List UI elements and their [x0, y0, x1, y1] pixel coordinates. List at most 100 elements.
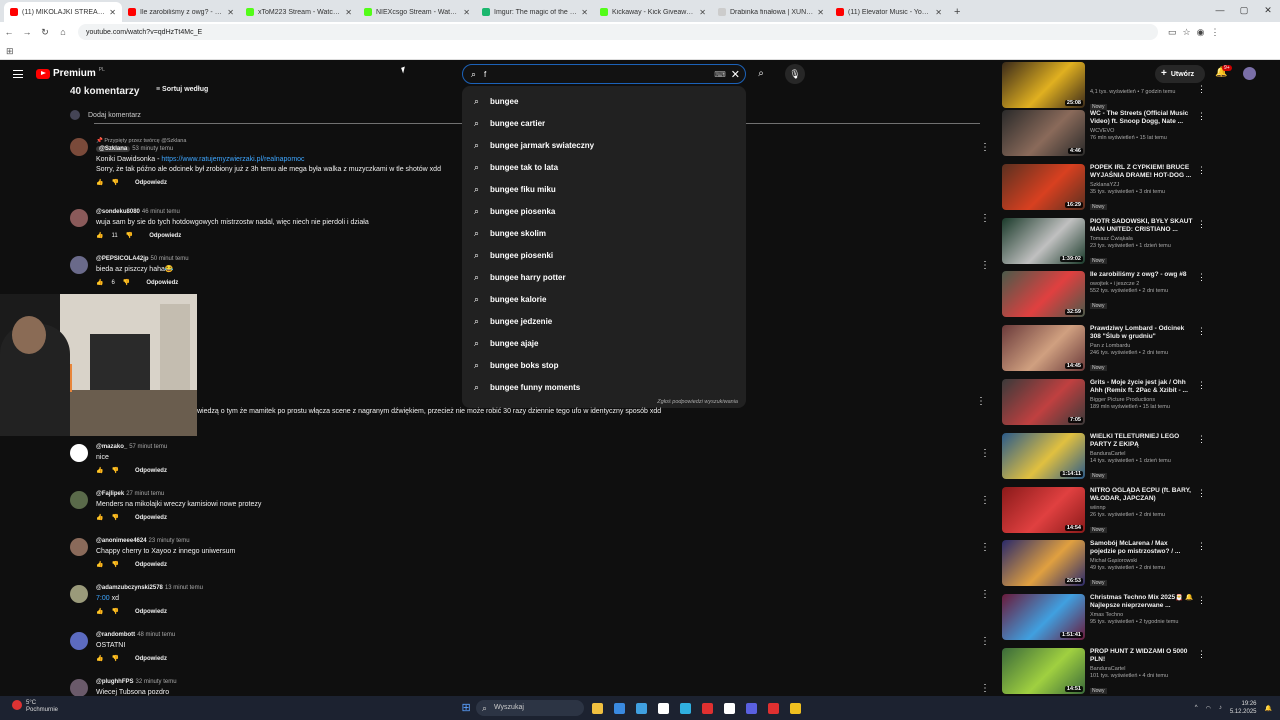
video-thumbnail[interactable]: 4:46 — [1002, 110, 1085, 156]
taskbar-search[interactable]: Wyszukaj — [476, 700, 584, 716]
comment-author[interactable]: @randombott — [96, 632, 135, 638]
video-title[interactable]: Samobój McLarena / Max pojedzie po mistr… — [1090, 540, 1194, 556]
dislike-icon[interactable]: 👎 — [111, 514, 118, 521]
video-menu-icon[interactable]: ⋮ — [1197, 541, 1206, 552]
video-thumbnail[interactable]: 1:14:11 — [1002, 432, 1085, 479]
weather-widget[interactable]: 5°C Pochmurnie — [12, 700, 58, 714]
comment-time[interactable]: 57 minut temu — [129, 444, 167, 450]
report-suggestions-link[interactable]: Zgłoś podpowiedzi wyszukiwania — [657, 399, 738, 405]
video-title[interactable]: PIOTR SADOWSKI, BYŁY SKAUT MAN UNITED: C… — [1090, 218, 1194, 234]
comment-author[interactable]: @mazako_ — [96, 444, 127, 450]
search-suggestion[interactable]: ⌕ bungee — [462, 90, 746, 112]
comment-author[interactable]: @anonimeee4624 — [96, 538, 147, 544]
reply-button[interactable]: Odpowiedz — [149, 233, 181, 239]
video-thumbnail[interactable]: 14:51 — [1002, 647, 1085, 694]
video-menu-icon[interactable]: ⋮ — [1197, 84, 1206, 95]
related-video[interactable]: 1:51:41 Christmas Techno Mix 2025🎅 🔔 Najl… — [1002, 593, 1212, 647]
maximize-icon[interactable]: ▢ — [1232, 0, 1256, 20]
avatar[interactable] — [70, 444, 88, 462]
dislike-icon[interactable]: 👎 — [111, 608, 118, 615]
related-video[interactable]: 26:53 Samobój McLarena / Max pojedzie po … — [1002, 539, 1212, 593]
comment-time[interactable]: 50 minut temu — [151, 256, 189, 262]
related-video[interactable]: 7:05 Grits - Moje życie jest jak / Ohh Ah… — [1002, 378, 1212, 432]
browser-tab[interactable]: Imgur: The magic of the Intern... ✕ — [476, 2, 594, 22]
url-text[interactable]: youtube.com/watch?v=qdHzTt4Mc_E — [86, 29, 202, 36]
close-tab-icon[interactable]: ✕ — [581, 8, 588, 17]
taskbar-app-icon[interactable] — [784, 701, 806, 715]
search-suggestion[interactable]: ⌕ bungee jarmark swiateczny — [462, 134, 746, 156]
like-icon[interactable]: 👍 — [96, 179, 103, 186]
video-channel[interactable]: BanduraCartel — [1090, 451, 1194, 457]
video-title[interactable]: PROP HUNT Z WIDZAMI O 5000 PLN! — [1090, 648, 1194, 664]
close-tab-icon[interactable]: ✕ — [227, 8, 234, 17]
reply-button[interactable]: Odpowiedz — [146, 280, 178, 286]
avatar[interactable] — [70, 679, 88, 696]
search-input[interactable]: f — [484, 70, 714, 79]
search-suggestion[interactable]: ⌕ bungee skolim — [462, 222, 746, 244]
taskbar-app-icon[interactable] — [630, 701, 652, 715]
timestamp-link[interactable]: 7:00 — [96, 595, 110, 602]
close-tab-icon[interactable]: ✕ — [817, 8, 824, 17]
search-suggestion[interactable]: ⌕ bungee piosenka — [462, 200, 746, 222]
like-icon[interactable]: 👍 — [96, 279, 103, 286]
comment-menu-icon[interactable]: ⋮ — [980, 448, 990, 459]
browser-tab[interactable]: Drabinka finałowa | XUNA.TEB ✕ — [712, 2, 830, 22]
video-title[interactable]: Ile zarobiliśmy z owg? - owg #8 — [1090, 271, 1194, 279]
video-channel[interactable]: Michał Gąsiorowski — [1090, 558, 1194, 564]
close-tab-icon[interactable]: ✕ — [699, 8, 706, 17]
like-icon[interactable]: 👍 — [96, 467, 103, 474]
close-window-icon[interactable]: ✕ — [1256, 0, 1280, 20]
search-suggestion[interactable]: ⌕ bungee harry potter — [462, 266, 746, 288]
browser-tab[interactable]: xToM223 Stream - Watch Li... ✕ — [240, 2, 358, 22]
taskbar-app-icon[interactable] — [696, 701, 718, 715]
search-suggestion[interactable]: ⌕ bungee ajaje — [462, 332, 746, 354]
video-channel[interactable]: Bigger Picture Productions — [1090, 397, 1194, 403]
clock[interactable]: 19:26 5.12.2025 — [1230, 700, 1257, 716]
video-title[interactable]: Prawdziwy Lombard - Odcinek 308 "Ślub w … — [1090, 325, 1194, 341]
taskbar-app-icon[interactable] — [586, 701, 608, 715]
video-menu-icon[interactable]: ⋮ — [1197, 272, 1206, 283]
dislike-icon[interactable]: 👎 — [123, 279, 130, 286]
account-avatar[interactable] — [1243, 67, 1256, 80]
video-menu-icon[interactable]: ⋮ — [1197, 111, 1206, 122]
comment-time[interactable]: 48 minut temu — [137, 632, 175, 638]
video-channel[interactable]: owojtek • i jeszcze 2 — [1090, 281, 1194, 287]
sort-comments-button[interactable]: ≡ Sortuj według — [156, 86, 208, 93]
dislike-icon[interactable]: 👎 — [111, 467, 118, 474]
video-title[interactable]: WC - The Streets (Official Music Video) … — [1090, 110, 1194, 126]
related-video[interactable]: 1:14:11 WIELKI TELETURNIEJ LEGO PARTY Z E… — [1002, 432, 1212, 486]
comment-author[interactable]: @Fajlipek — [96, 491, 124, 497]
home-icon[interactable]: ⌂ — [54, 27, 72, 37]
avatar[interactable] — [70, 256, 88, 274]
comment-menu-icon[interactable]: ⋮ — [980, 260, 990, 271]
video-thumbnail[interactable]: 7:05 — [1002, 378, 1085, 425]
apps-grid-icon[interactable]: ⊞ — [6, 46, 14, 56]
video-title[interactable]: WIELKI TELETURNIEJ LEGO PARTY Z EKIPĄ — [1090, 433, 1194, 449]
comment-link[interactable]: https://www.ratujemyzwierzaki.pl/realnap… — [161, 156, 304, 163]
search-suggestion[interactable]: ⌕ bungee piosenki — [462, 244, 746, 266]
like-icon[interactable]: 👍 — [96, 655, 103, 662]
browser-tab[interactable]: (11) MIKOLAJKI STREAMEROWE ✕ — [4, 2, 122, 22]
video-thumbnail[interactable]: 26:53 — [1002, 540, 1085, 587]
browser-tab[interactable]: Kickaway - Kick Giveaway Tool ✕ — [594, 2, 712, 22]
avatar[interactable] — [70, 585, 88, 603]
avatar[interactable] — [70, 209, 88, 227]
video-title[interactable]: POPEK IRL Z CYPKIEM! BRUCE WYJAŚNIA DRAM… — [1090, 164, 1194, 180]
profile-icon[interactable]: ◉ — [1197, 27, 1205, 38]
comment-author[interactable]: @sondeku8080 — [96, 209, 140, 215]
clear-search-icon[interactable]: ✕ — [731, 68, 740, 81]
video-menu-icon[interactable]: ⋮ — [1197, 326, 1206, 337]
comment-time[interactable]: 46 minut temu — [142, 209, 180, 215]
comment-author[interactable]: @PEPSICOLA42jp — [96, 256, 149, 262]
related-video[interactable]: 16:29 POPEK IRL Z CYPKIEM! BRUCE WYJAŚNIA… — [1002, 163, 1212, 217]
comment-menu-icon[interactable]: ⋮ — [980, 636, 990, 647]
video-channel[interactable]: Xmas Techno — [1090, 612, 1194, 618]
add-comment-box[interactable]: Dodaj komentarz — [70, 110, 141, 120]
menu-icon[interactable] — [13, 70, 23, 78]
dislike-icon[interactable]: 👎 — [126, 232, 133, 239]
comment-time[interactable]: 23 minuty temu — [149, 538, 190, 544]
minimize-icon[interactable]: — — [1208, 0, 1232, 20]
video-title[interactable]: Grits - Moje życie jest jak / Ohh Ahh (R… — [1090, 379, 1194, 395]
notification-center-icon[interactable]: 🔔 — [1265, 705, 1272, 712]
search-suggestion[interactable]: ⌕ bungee tak to lata — [462, 156, 746, 178]
